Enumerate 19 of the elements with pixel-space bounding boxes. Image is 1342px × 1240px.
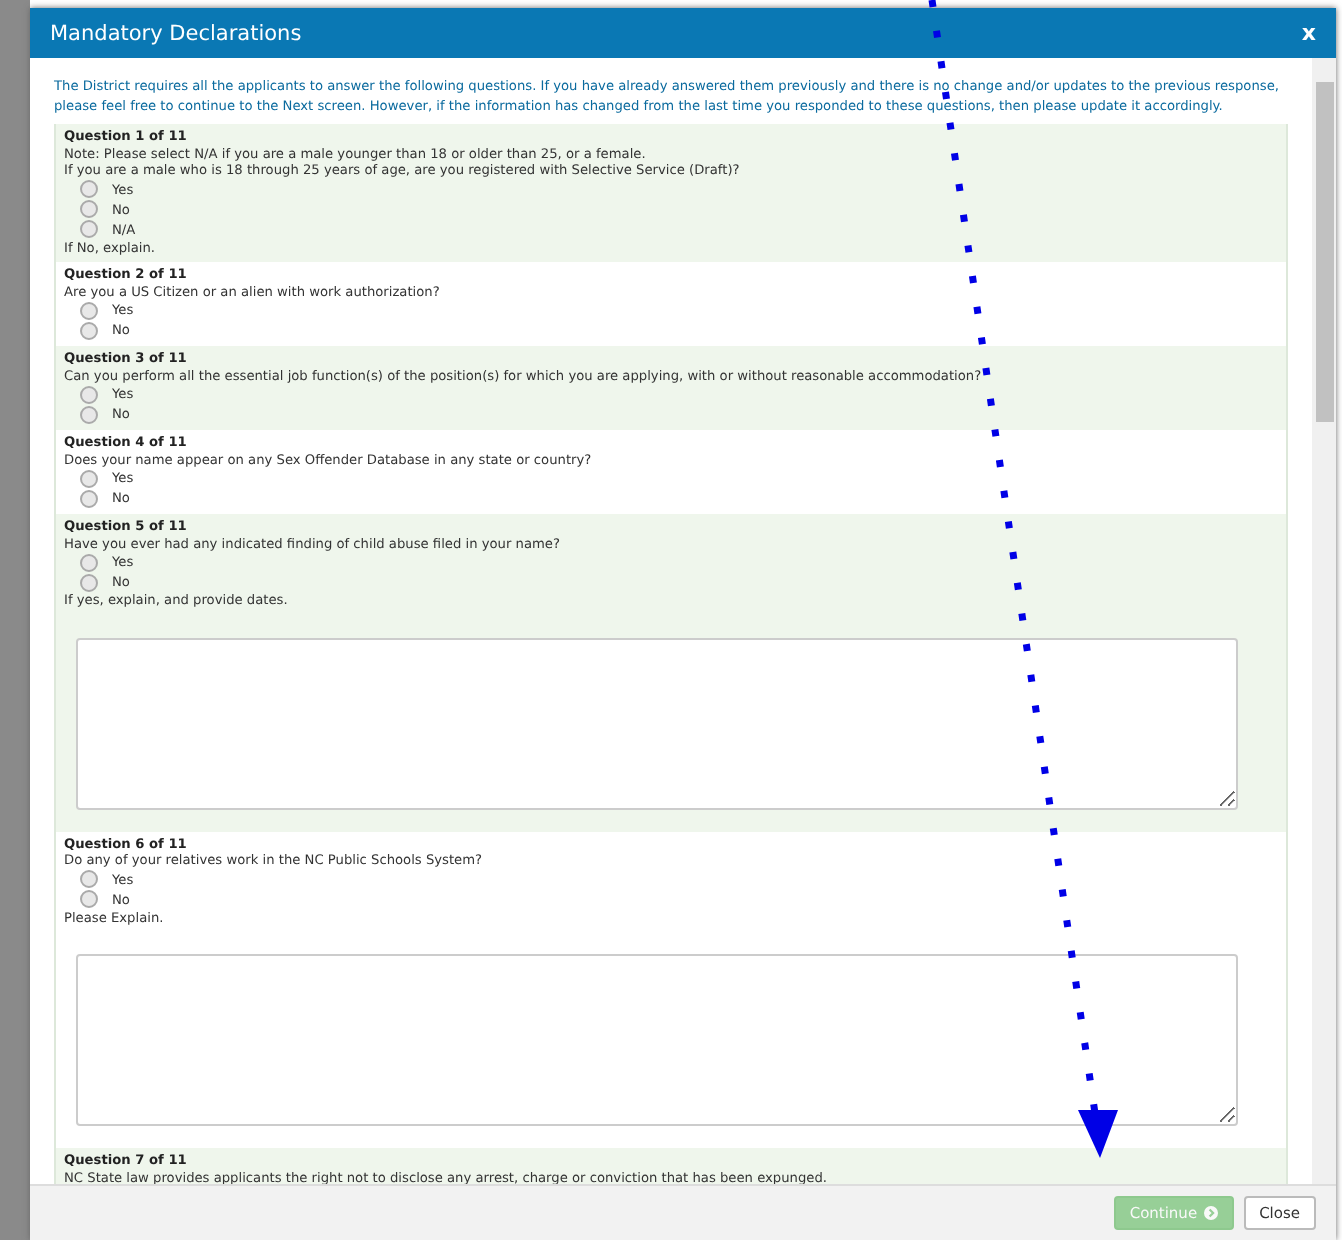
- answer-field[interactable]: [76, 637, 1238, 809]
- radio-button[interactable]: [80, 573, 98, 591]
- radio-button[interactable]: [80, 469, 98, 487]
- radio-button[interactable]: [80, 890, 98, 908]
- radio-button[interactable]: [80, 489, 98, 507]
- radio-button[interactable]: [80, 385, 98, 403]
- radio-button[interactable]: [80, 405, 98, 423]
- radio-button[interactable]: [80, 321, 98, 339]
- answer-field[interactable]: [76, 954, 1238, 1126]
- chevron-circle-icon: [1203, 1206, 1218, 1220]
- radio-button[interactable]: [80, 553, 98, 571]
- radio-button[interactable]: [80, 301, 98, 319]
- radio-button[interactable]: [80, 220, 98, 238]
- radio-button[interactable]: [80, 200, 98, 218]
- radio-button[interactable]: [80, 180, 98, 198]
- dialog-title: Mandatory Declarations: [50, 21, 302, 45]
- scrollbar[interactable]: [1312, 58, 1336, 1184]
- radio-button[interactable]: [80, 870, 98, 888]
- dialog-x-button[interactable]: x: [1301, 20, 1316, 46]
